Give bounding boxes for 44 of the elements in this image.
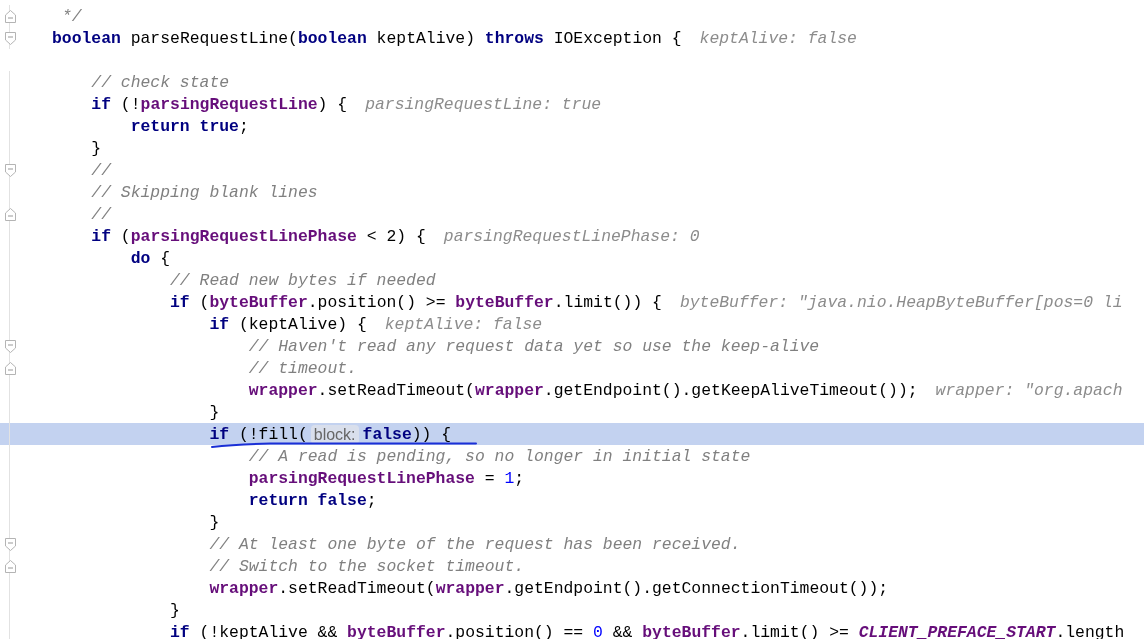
fold-marker-icon[interactable] [4, 361, 16, 375]
code-text: } [209, 402, 220, 422]
code-text: return false; [248, 490, 377, 510]
code-text: // [91, 204, 112, 224]
code-text: } [170, 600, 180, 620]
fold-marker-icon[interactable] [4, 163, 16, 177]
fold-marker-icon[interactable] [4, 207, 16, 221]
inline-value-hint: keptAlive: false [699, 28, 857, 48]
inline-value-hint: keptAlive: false [384, 314, 543, 334]
fold-marker-icon[interactable] [4, 559, 16, 573]
fold-marker-icon[interactable] [4, 9, 16, 23]
code-text: if (!keptAlive && byteBuffer.position() == 0 && byteBuffer.limit() >= CLIENT_PREFACE_START.length [170, 622, 1125, 639]
inline-value-hint: byteBuffer: "java.nio.HeapByteBuffer[pos=0 li [679, 292, 1123, 312]
code-text: boolean parseRequestLine(boolean keptAlive) throws IOException { [52, 28, 682, 48]
code-text: do { [130, 248, 171, 268]
code-text: if (byteBuffer.position() >= byteBuffer.limit()) { [170, 292, 662, 312]
code-text: if (!fill( [209, 424, 308, 444]
fold-marker-icon[interactable] [4, 339, 16, 353]
inline-value-hint: parsingRequestLinePhase: 0 [443, 226, 700, 246]
code-text: return true; [130, 116, 249, 136]
code-text: // At least one byte of the request has been received. [209, 534, 741, 554]
code-text: parsingRequestLinePhase = 1; [248, 468, 525, 488]
code-text: // timeout. [248, 358, 357, 378]
code-text: // Skipping blank lines [91, 182, 318, 202]
inline-value-hint: parsingRequestLine: true [365, 94, 602, 114]
parameter-name-hint: block: [310, 424, 359, 444]
fold-marker-icon[interactable] [4, 31, 16, 45]
code-text: if (parsingRequestLinePhase < 2) { [91, 226, 426, 246]
code-text: false)) { [362, 424, 452, 444]
code-text: } [209, 512, 220, 532]
code-text: // Switch to the socket timeout. [209, 556, 525, 576]
code-text: if (keptAlive) { [209, 314, 367, 334]
code-text: // check state [91, 72, 230, 92]
code-text: wrapper.setReadTimeout(wrapper.getEndpoint().getKeepAliveTimeout()); [248, 380, 918, 400]
code-text: wrapper.setReadTimeout(wrapper.getEndpoint().getConnectionTimeout()); [209, 578, 889, 598]
code-text: if (!parsingRequestLine) { [91, 94, 348, 114]
inline-value-hint: wrapper: "org.apach [935, 380, 1123, 400]
fold-marker-icon[interactable] [4, 537, 16, 551]
code-text: */ [60, 6, 82, 26]
code-text: // [91, 160, 112, 180]
code-text: // Read new bytes if needed [170, 270, 436, 290]
code-text: // Haven't read any request data yet so use the keep-alive [248, 336, 820, 356]
code-text: } [91, 138, 102, 158]
code-text: // A read is pending, so no longer in initial state [248, 446, 751, 466]
